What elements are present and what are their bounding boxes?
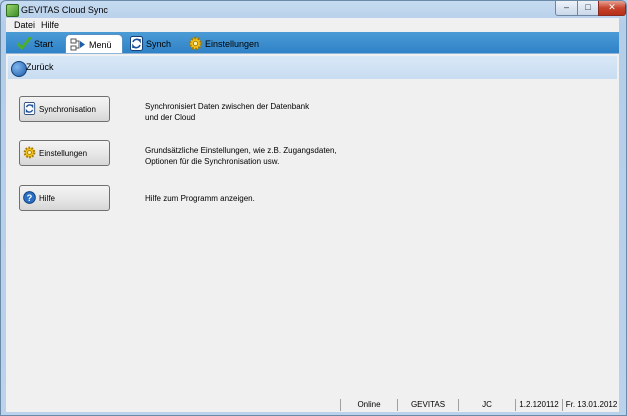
hilfe-description-text: Hilfe zum Programm anzeigen. [145, 194, 255, 203]
status-connection: Online [340, 399, 397, 411]
checkmark-icon [17, 37, 31, 50]
sync-icon [130, 36, 143, 51]
einstellungen-button-label: Einstellungen [39, 149, 88, 158]
back-link[interactable]: Zurück [26, 62, 54, 72]
tab-menue[interactable]: Menü [65, 34, 123, 54]
app-window: GEVITAS Cloud Sync – □ ✕ Datei Hilfe Sta… [0, 0, 627, 416]
einstellungen-description: Grundsätzliche Einstellungen, wie z.B. Z… [145, 145, 337, 167]
tab-menue-label: Menü [89, 40, 112, 50]
tab-start-label: Start [34, 39, 54, 49]
back-bar: Zurück [8, 56, 617, 79]
back-arrow-icon[interactable] [11, 61, 27, 77]
window-title: GEVITAS Cloud Sync [21, 5, 108, 15]
status-user: JC [458, 399, 515, 411]
help-icon: ? [23, 191, 36, 204]
menu-bar: Datei Hilfe [6, 18, 619, 32]
tab-einstellungen[interactable]: Einstellungen [186, 34, 266, 53]
sync-icon [23, 102, 36, 115]
hilfe-button-label: Hilfe [39, 194, 56, 203]
gear-icon [23, 146, 36, 159]
hilfe-description: Hilfe zum Programm anzeigen. [145, 193, 255, 204]
einstellungen-description-text: Grundsätzliche Einstellungen, wie z.B. Z… [145, 146, 337, 166]
status-company: GEVITAS [397, 399, 458, 411]
synchronisation-description-text: Synchronisiert Daten zwischen der Datenb… [145, 102, 310, 122]
app-logo-icon [6, 4, 19, 17]
synchronisation-button-label: Synchronisation [39, 105, 96, 114]
menu-datei[interactable]: Datei [14, 20, 35, 30]
status-bar: Online GEVITAS JC 1.2.120112 Fr. 13.01.2… [6, 398, 619, 412]
hilfe-button[interactable]: ? Hilfe [19, 185, 110, 211]
title-bar[interactable]: GEVITAS Cloud Sync – □ ✕ [1, 1, 626, 18]
maximize-button[interactable]: □ [577, 1, 599, 16]
synchronisation-description: Synchronisiert Daten zwischen der Datenb… [145, 101, 309, 123]
close-button[interactable]: ✕ [598, 1, 626, 16]
tab-bar: Start Menü Synch Einstellungen [6, 32, 619, 54]
tab-einstellungen-label: Einstellungen [205, 39, 260, 49]
status-version: 1.2.120112 [515, 399, 562, 411]
tab-synch-label: Synch [146, 39, 172, 49]
svg-text:?: ? [27, 193, 33, 203]
synchronisation-button[interactable]: Synchronisation [19, 96, 110, 122]
minimize-button[interactable]: – [555, 1, 578, 16]
tab-start[interactable]: Start [14, 34, 59, 53]
gear-icon [188, 36, 203, 51]
status-date: Fr. 13.01.2012 [562, 399, 620, 411]
main-content: Zurück Synchronisation Synchronisiert Da… [6, 53, 619, 399]
einstellungen-button[interactable]: Einstellungen [19, 140, 110, 166]
menu-flow-icon [70, 38, 85, 51]
menu-hilfe[interactable]: Hilfe [41, 20, 59, 30]
tab-synch[interactable]: Synch [128, 34, 178, 53]
